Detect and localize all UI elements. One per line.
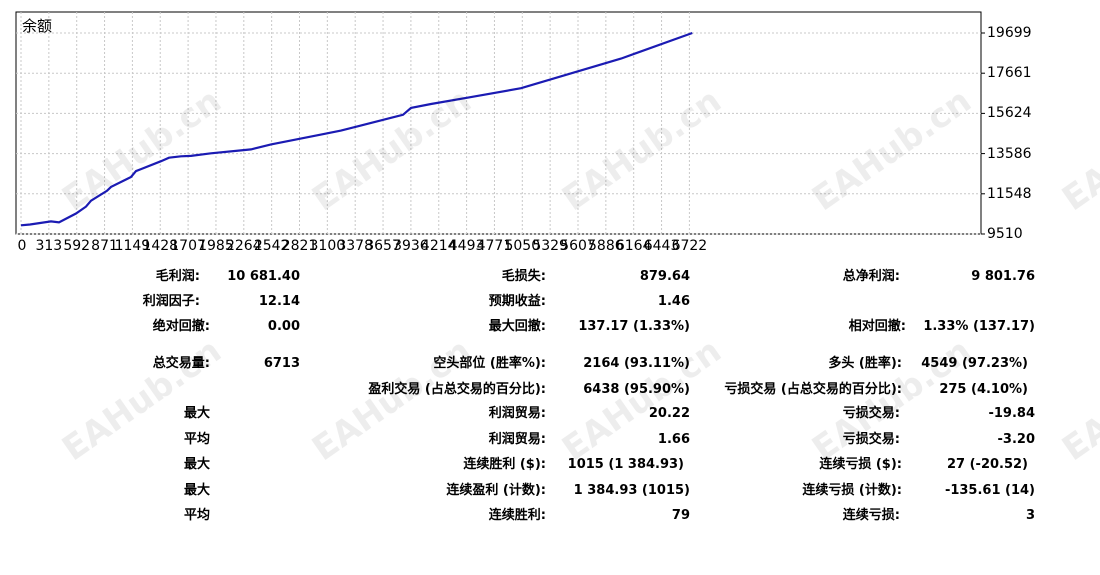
y-tick-label: 17661 — [987, 65, 1032, 82]
y-tick-label: 15624 — [987, 105, 1032, 122]
stat-label: 毛利润: — [155, 269, 200, 284]
stat-label: 连续胜利 ($): — [463, 457, 546, 472]
stat-label: 绝对回撤: — [152, 319, 210, 334]
stat-value: 3 — [1025, 508, 1035, 523]
y-tick-label: 13586 — [987, 145, 1032, 162]
stat-value: 9 801.76 — [971, 269, 1035, 284]
stat-value: 4549 (97.23%) — [921, 356, 1028, 371]
stat-label: 总交易量: — [152, 356, 210, 371]
stat-value: -135.61 (14) — [944, 483, 1035, 498]
stat-label: 连续亏损 ($): — [819, 457, 902, 472]
stat-label: 盈利交易 (占总交易的百分比): — [368, 382, 546, 397]
stat-label: 利润贸易: — [488, 406, 546, 421]
watermark-text: EAHub.cn — [1055, 330, 1100, 470]
balance-chart: 余额 19699 17661 15624 13586 11548 9510 0 313 592… — [0, 0, 1100, 262]
chart-title: 余额 — [22, 17, 53, 35]
x-tick-label: 313 — [35, 238, 63, 254]
stat-value: 275 (4.10%) — [939, 382, 1028, 397]
stat-label: 空头部位 (胜率%): — [433, 356, 546, 371]
stat-label: 利润贸易: — [488, 432, 546, 447]
stat-label: 亏损交易: — [842, 432, 900, 447]
watermark-text: EAHub.cn — [55, 330, 229, 470]
y-tick-label: 9510 — [987, 226, 1023, 242]
stat-value: 6713 — [263, 356, 300, 371]
stat-value: 2164 (93.11%) — [583, 356, 690, 371]
stat-label: 总净利润: — [842, 269, 900, 284]
stat-value: 1.46 — [657, 294, 690, 309]
y-tick-label: 11548 — [987, 185, 1032, 202]
stat-label: 利润因子: — [142, 294, 200, 309]
stat-value: -19.84 — [988, 406, 1035, 421]
stat-label: 最大 — [183, 406, 210, 421]
x-tick-label: 592 — [63, 238, 91, 254]
stat-value: 1.66 — [657, 432, 690, 447]
stat-label: 最大 — [183, 483, 210, 498]
watermark-text: EAHub.cn — [805, 330, 979, 470]
chart-canvas — [15, 11, 985, 235]
stat-label: 亏损交易 (占总交易的百分比): — [724, 382, 902, 397]
stat-label: 相对回撤: — [848, 319, 906, 334]
stat-label: 连续盈利 (计数): — [446, 483, 546, 498]
x-tick-label: 0 — [17, 238, 27, 254]
stat-label: 连续亏损: — [842, 508, 900, 523]
stat-label: 多头 (胜率): — [828, 356, 902, 371]
stat-label: 亏损交易: — [842, 406, 900, 421]
stat-value: 27 (-20.52) — [946, 457, 1028, 472]
stat-label: 预期收益: — [488, 294, 546, 309]
stat-value: 137.17 (1.33%) — [578, 319, 690, 334]
stat-label: 最大回撤: — [488, 319, 546, 334]
stat-value: 12.14 — [258, 294, 300, 309]
x-tick-label: 6722 — [671, 238, 708, 254]
y-tick-label: 19699 — [987, 25, 1032, 41]
stat-value: 1015 (1 384.93) — [567, 457, 684, 472]
stat-value: 6438 (95.90%) — [583, 382, 690, 397]
stat-label: 毛损失: — [501, 269, 546, 284]
stat-value: -3.20 — [997, 432, 1035, 447]
watermark-text: EAHub.cn — [555, 330, 729, 470]
stat-label: 连续胜利: — [488, 508, 546, 523]
stat-label: 平均 — [183, 508, 210, 523]
stat-value: 79 — [671, 508, 690, 523]
stat-value: 879.64 — [639, 269, 690, 284]
stat-value: 20.22 — [648, 406, 690, 421]
stat-value: 1.33% (137.17) — [923, 319, 1035, 334]
stat-label: 连续亏损 (计数): — [802, 483, 902, 498]
stat-value: 10 681.40 — [227, 269, 300, 284]
stat-value: 1 384.93 (1015) — [573, 483, 690, 498]
watermark-text: EAHub.cn — [305, 330, 479, 470]
stat-value: 0.00 — [267, 319, 300, 334]
stat-label: 平均 — [183, 432, 210, 447]
stat-label: 最大 — [183, 457, 210, 472]
